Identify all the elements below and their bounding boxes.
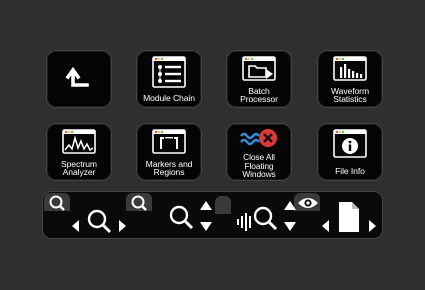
spectrum-analyzer-label: Spectrum Analyzer bbox=[61, 158, 97, 178]
eye-icon[interactable] bbox=[297, 196, 319, 210]
tools-panel: Module Chain Batch Processor Waveform St… bbox=[0, 0, 425, 290]
waveform-statistics-icon bbox=[333, 56, 367, 81]
right-arrow-icon[interactable] bbox=[117, 219, 127, 233]
close-floating-windows-label: Close All Floating Windows bbox=[242, 152, 276, 179]
magnifier-icon[interactable] bbox=[130, 194, 150, 212]
up-arrow-icon[interactable] bbox=[283, 200, 297, 211]
batch-processor-button[interactable]: Batch Processor bbox=[227, 51, 291, 107]
magnifier-icon[interactable] bbox=[48, 194, 68, 212]
waveform-zoom-icon[interactable] bbox=[236, 204, 280, 232]
markers-regions-label: Markers and Regions bbox=[145, 158, 193, 178]
module-chain-list-icon bbox=[152, 56, 186, 88]
batch-processor-label: Batch Processor bbox=[240, 85, 278, 105]
module-chain-button[interactable]: Module Chain bbox=[137, 51, 201, 107]
document-icon[interactable] bbox=[337, 201, 361, 233]
up-arrow-icon[interactable] bbox=[199, 200, 213, 211]
info-icon bbox=[333, 129, 367, 158]
return-up-arrow-icon bbox=[65, 66, 89, 87]
markers-regions-button[interactable]: Markers and Regions bbox=[137, 124, 201, 180]
spectrum-analyzer-icon bbox=[62, 129, 96, 154]
markers-regions-icon bbox=[152, 129, 186, 154]
right-arrow-icon[interactable] bbox=[367, 219, 377, 233]
file-info-label: File Info bbox=[335, 166, 365, 177]
left-arrow-icon[interactable] bbox=[71, 219, 81, 233]
module-chain-label: Module Chain bbox=[143, 93, 195, 104]
file-info-button[interactable]: File Info bbox=[318, 124, 382, 180]
spectrum-analyzer-button[interactable]: Spectrum Analyzer bbox=[47, 124, 111, 180]
down-arrow-icon[interactable] bbox=[199, 221, 213, 232]
waveform-statistics-button[interactable]: Waveform Statistics bbox=[318, 51, 382, 107]
batch-processor-folder-icon bbox=[242, 56, 276, 81]
left-arrow-icon[interactable] bbox=[321, 219, 331, 233]
group-divider bbox=[215, 196, 231, 214]
down-arrow-icon[interactable] bbox=[283, 221, 297, 232]
zoom-icon[interactable] bbox=[86, 208, 114, 234]
zoom-icon[interactable] bbox=[168, 204, 196, 230]
return-up-button[interactable] bbox=[47, 51, 111, 107]
waveform-statistics-label: Waveform Statistics bbox=[330, 85, 370, 105]
close-floating-windows-button[interactable]: Close All Floating Windows bbox=[227, 124, 291, 180]
